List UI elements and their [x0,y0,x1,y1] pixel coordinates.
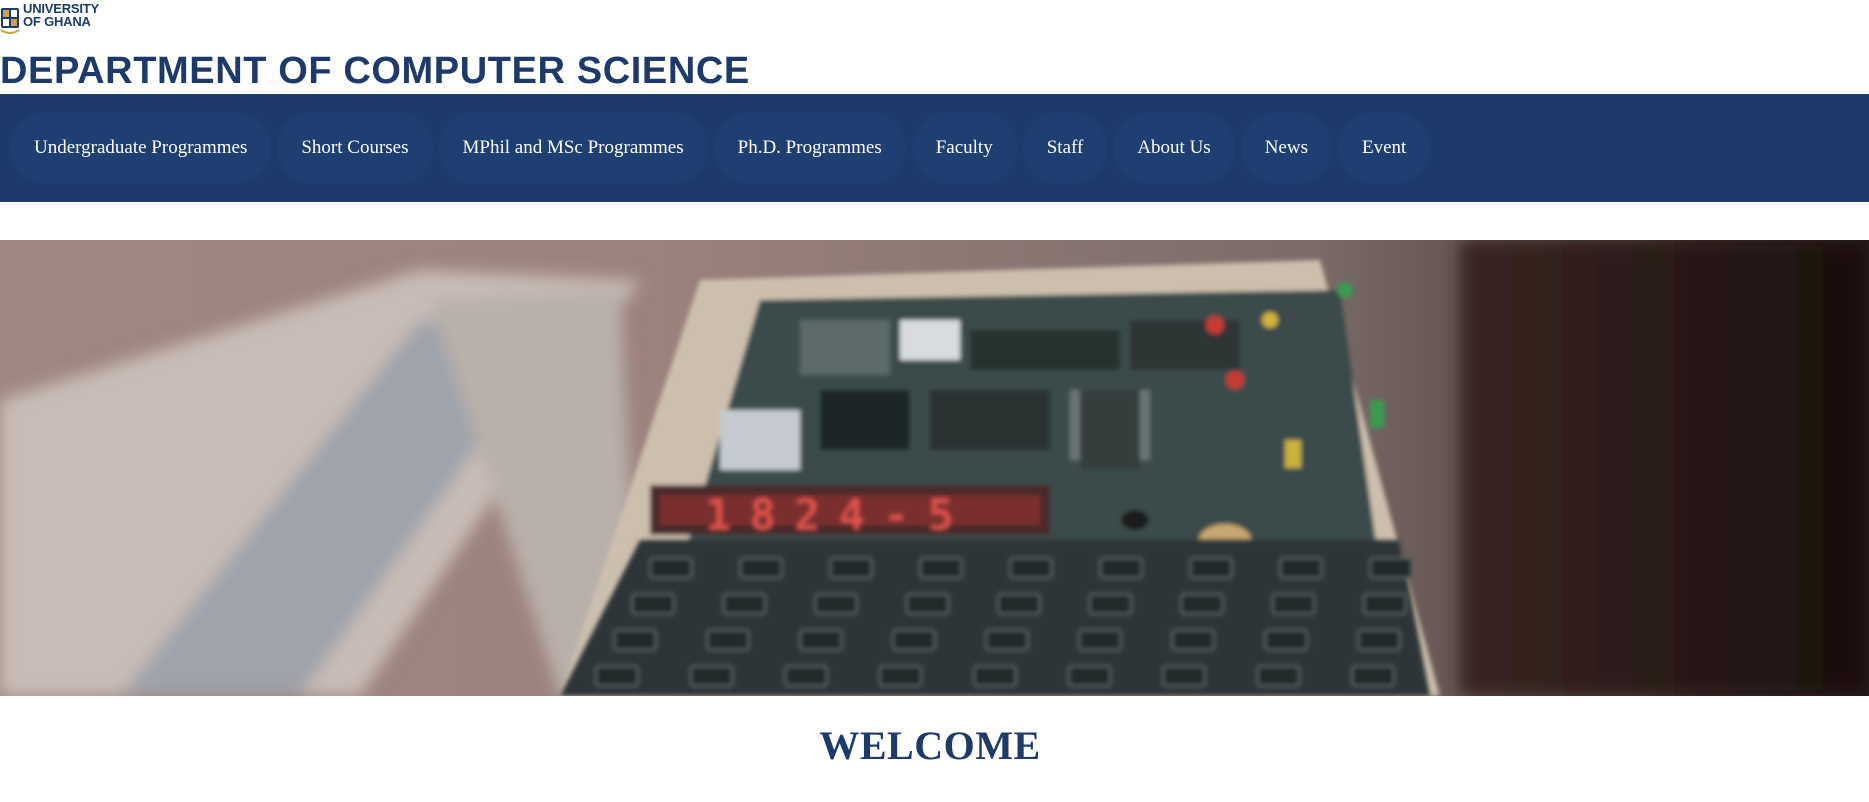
hero-photo: 1824-5 [0,240,1869,696]
nav-item-about-us[interactable]: About Us [1113,112,1235,184]
nav-item-news[interactable]: News [1240,112,1332,184]
page-title: DEPARTMENT OF COMPUTER SCIENCE [0,50,750,92]
nav-item-mphil-msc-programmes[interactable]: MPhil and MSc Programmes [438,112,708,184]
nav-item-phd-programmes[interactable]: Ph.D. Programmes [713,112,906,184]
nav-item-staff[interactable]: Staff [1022,112,1108,184]
welcome-heading: WELCOME [819,723,1041,768]
university-name: UNIVERSITY OF GHANA [23,2,99,28]
university-crest-icon [0,8,20,34]
nav-item-faculty[interactable]: Faculty [911,112,1017,184]
main-nav: Undergraduate Programmes Short Courses M… [0,94,1869,202]
hero-display-text: 1824-5 [705,490,972,541]
nav-item-undergraduate-programmes[interactable]: Undergraduate Programmes [10,112,272,184]
hero-image: 1824-5 [0,240,1869,696]
nav-item-event[interactable]: Event [1337,112,1431,184]
nav-item-short-courses[interactable]: Short Courses [277,112,433,184]
university-logo[interactable]: UNIVERSITY OF GHANA [0,0,99,40]
university-name-line2: OF GHANA [23,14,91,29]
